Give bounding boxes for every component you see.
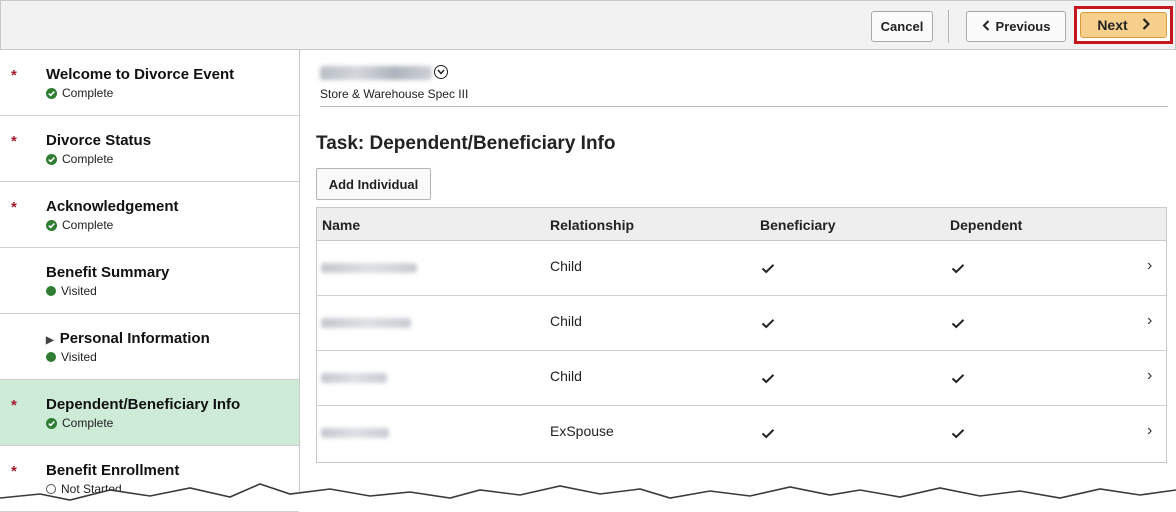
sidebar-step-label: Acknowledgement [46,198,179,215]
dependent-name-redacted [321,263,417,273]
chevron-down-icon[interactable] [434,65,448,79]
beneficiary-check-icon [761,261,775,279]
sidebar-step-title: Acknowledgement [46,198,179,215]
table-row[interactable]: Child › [317,241,1166,296]
relationship-cell: Child [550,258,582,274]
sidebar-step-status-label: Complete [62,416,114,430]
sidebar-step-status-label: Complete [62,152,114,166]
header-divider [320,106,1168,107]
previous-button[interactable]: Previous [966,11,1066,42]
previous-label: Previous [995,19,1051,34]
complete-check-icon [46,87,57,99]
visited-dot-icon [46,352,56,362]
sidebar-step-item[interactable]: * Acknowledgement Complete [0,182,299,248]
relationship-cell: ExSpouse [550,423,614,439]
top-toolbar: Cancel Previous Next [0,0,1176,50]
table-row[interactable]: Child › [317,351,1166,406]
complete-check-icon [46,219,57,231]
column-header-dependent: Dependent [950,217,1023,233]
visited-dot-icon [46,286,56,296]
chevron-left-icon [982,19,990,34]
required-mark: * [11,397,17,414]
dependent-name-redacted [321,428,389,438]
sidebar-step-status: Visited [46,350,97,364]
expand-triangle-icon[interactable]: ▶ [46,335,54,346]
dependent-check-icon [951,261,965,279]
next-button[interactable]: Next [1080,12,1167,38]
sidebar-step-item[interactable]: * Welcome to Divorce Event Complete [0,50,299,116]
beneficiary-check-icon [761,371,775,389]
job-title: Store & Warehouse Spec III [320,87,469,101]
sidebar-step-label: Divorce Status [46,132,152,149]
sidebar-step-item[interactable]: * Divorce Status Complete [0,116,299,182]
sidebar-step-status: Complete [46,86,113,100]
cancel-label: Cancel [880,19,924,34]
employee-name-redacted [320,66,432,80]
required-mark: * [11,199,17,216]
add-individual-button[interactable]: Add Individual [316,168,431,200]
sidebar-step-item[interactable]: ▶ Personal Information Visited [0,314,299,380]
sidebar-step-title: Dependent/Beneficiary Info [46,396,240,413]
row-chevron-right-icon[interactable]: › [1147,312,1152,330]
beneficiary-check-icon [761,426,775,444]
table-row[interactable]: ExSpouse › [317,406,1166,461]
chevron-right-icon [1142,17,1150,33]
grid-header: Name Relationship Beneficiary Dependent [317,207,1166,241]
beneficiary-check-icon [761,316,775,334]
dependent-check-icon [951,426,965,444]
sidebar-step-label: Dependent/Beneficiary Info [46,396,241,413]
dependent-name-redacted [321,373,387,383]
complete-check-icon [46,417,57,429]
sidebar-step-title: ▶ Personal Information [46,330,210,347]
sidebar-step-item[interactable]: * Dependent/Beneficiary Info Complete [0,380,299,446]
required-mark: * [11,133,17,150]
sidebar-step-title: Divorce Status [46,132,151,149]
sidebar-step-label: Personal Information [59,330,210,347]
relationship-cell: Child [550,313,582,329]
dependent-check-icon [951,316,965,334]
sidebar-step-status: Complete [46,218,113,232]
sidebar-step-status: Complete [46,152,113,166]
page-title: Task: Dependent/Beneficiary Info [316,133,616,154]
required-mark: * [11,67,17,84]
torn-edge [0,483,1176,510]
column-header-beneficiary: Beneficiary [760,217,836,233]
dependent-check-icon [951,371,965,389]
next-label: Next [1097,17,1128,33]
sidebar-step-item[interactable]: Benefit Summary Visited [0,248,299,314]
table-row[interactable]: Child › [317,296,1166,351]
column-header-name: Name [322,217,361,233]
row-chevron-right-icon[interactable]: › [1147,367,1152,385]
sidebar-step-status: Complete [46,416,113,430]
row-chevron-right-icon[interactable]: › [1147,257,1152,275]
complete-check-icon [46,153,57,165]
row-chevron-right-icon[interactable]: › [1147,422,1152,440]
column-header-relationship: Relationship [550,217,635,233]
sidebar-step-status: Visited [46,284,97,298]
sidebar-step-label: Benefit Summary [46,264,170,281]
sidebar-step-status-label: Visited [61,350,97,364]
sidebar-step-title: Benefit Summary [46,264,169,281]
step-navigation-sidebar: * Welcome to Divorce Event Complete * Divorc… [0,50,300,512]
sidebar-step-label: Welcome to Divorce Event [46,66,235,83]
dependents-grid: Name Relationship Beneficiary Dependent … [316,207,1167,463]
sidebar-step-status-label: Complete [62,86,114,100]
next-button-highlight: Next [1074,6,1173,44]
toolbar-divider [948,10,949,43]
sidebar-step-status-label: Complete [62,218,114,232]
relationship-cell: Child [550,368,582,384]
dependent-name-redacted [321,318,411,328]
cancel-button[interactable]: Cancel [871,11,933,42]
sidebar-step-title: Welcome to Divorce Event [46,66,234,83]
sidebar-step-status-label: Visited [61,284,97,298]
